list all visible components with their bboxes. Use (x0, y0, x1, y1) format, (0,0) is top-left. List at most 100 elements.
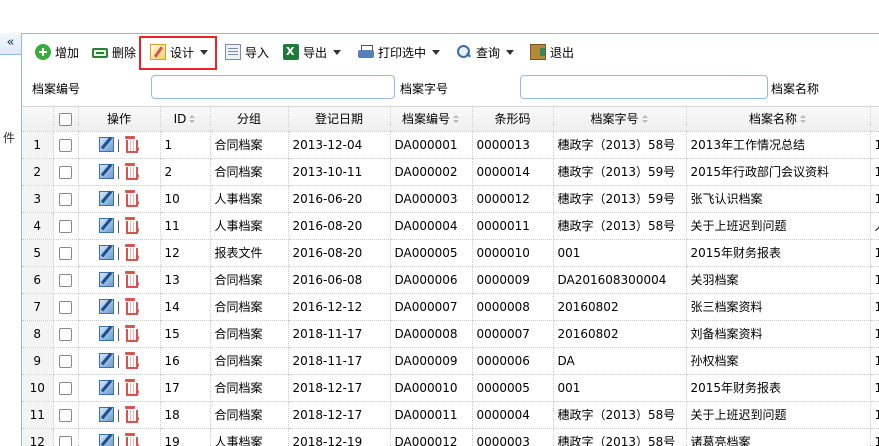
delete-trash-icon[interactable] (123, 298, 140, 315)
row-checkbox-cell[interactable] (53, 239, 79, 267)
row-checkbox[interactable] (59, 138, 72, 152)
cell-extra: 1 (870, 428, 879, 446)
table-row[interactable]: 12 | 19 人事档案 2018-12-19 DA000012 0000003 穗政字（20… (22, 428, 879, 446)
import-button[interactable]: 导入 (225, 41, 269, 63)
delete-trash-icon[interactable] (123, 136, 140, 153)
cell-date: 2018-12-19 (288, 428, 391, 446)
delete-trash-icon[interactable] (123, 325, 140, 342)
cell-archive-no: DA000001 (390, 131, 473, 159)
table-row[interactable]: 5 | 12 报表文件 2016-08-20 DA000005 0000010 001 2015… (22, 239, 879, 267)
table-row[interactable]: 4 | 11 人事档案 2016-08-20 DA000004 0000011 穗政字（201… (22, 212, 879, 240)
row-checkbox-cell[interactable] (53, 347, 79, 375)
row-checkbox-cell[interactable] (53, 293, 79, 321)
row-checkbox-cell[interactable] (53, 374, 79, 402)
table-row[interactable]: 3 | 10 人事档案 2016-06-20 DA000003 0000012 穗政字（201… (22, 185, 879, 213)
table-row[interactable]: 6 | 13 合同档案 2016-06-08 DA000006 0000009 DA20160… (22, 266, 879, 294)
edit-icon[interactable] (99, 245, 115, 260)
row-checkbox-cell[interactable] (53, 266, 79, 294)
edit-icon[interactable] (99, 326, 115, 341)
row-checkbox[interactable] (59, 192, 72, 206)
row-checkbox-cell[interactable] (53, 158, 79, 186)
delete-trash-icon[interactable] (123, 217, 140, 234)
edit-icon[interactable] (99, 218, 115, 233)
table-row[interactable]: 2 | 2 合同档案 2013-10-11 DA000002 0000014 穗政字（2013… (22, 158, 879, 186)
delete-trash-icon[interactable] (123, 163, 140, 180)
action-separator: | (116, 299, 121, 314)
delete-trash-icon[interactable] (123, 379, 140, 396)
cell-archive-name: 关于上班迟到问题 (686, 401, 871, 429)
row-checkbox[interactable] (59, 246, 72, 260)
cell-group: 合同档案 (210, 320, 289, 348)
cell-archive-no: DA000012 (390, 428, 473, 446)
row-number: 10 (22, 374, 54, 402)
table-row[interactable]: 11 | 18 合同档案 2018-12-17 DA000011 0000004 穗政字（20… (22, 401, 879, 429)
header-select-all[interactable] (53, 107, 79, 132)
row-number: 5 (22, 239, 54, 267)
row-checkbox[interactable] (59, 381, 72, 395)
row-checkbox[interactable] (59, 300, 72, 314)
select-all-checkbox[interactable] (59, 112, 72, 126)
edit-icon[interactable] (99, 191, 115, 206)
edit-icon[interactable] (99, 164, 115, 179)
print-selected-button[interactable]: 打印选中 (358, 41, 441, 63)
delete-trash-icon[interactable] (123, 352, 140, 369)
export-button[interactable]: 导出 (283, 41, 342, 63)
archive-no-input[interactable] (151, 75, 395, 99)
row-checkbox[interactable] (59, 354, 72, 368)
edit-icon[interactable] (99, 434, 115, 446)
edit-icon[interactable] (99, 299, 115, 314)
delete-trash-icon[interactable] (123, 271, 140, 288)
row-checkbox[interactable] (59, 408, 72, 422)
table-row[interactable]: 7 | 14 合同档案 2016-12-12 DA000007 0000008 2016080… (22, 293, 879, 321)
action-separator: | (116, 164, 121, 179)
delete-trash-icon[interactable] (123, 190, 140, 207)
cell-barcode: 0000004 (472, 401, 554, 429)
row-checkbox-cell[interactable] (53, 185, 79, 213)
row-checkbox-cell[interactable] (53, 131, 79, 159)
delete-trash-icon[interactable] (123, 433, 140, 446)
row-checkbox-cell[interactable] (53, 401, 79, 429)
collapse-left-panel-button[interactable]: « (0, 33, 21, 55)
search-icon (456, 44, 472, 60)
row-checkbox[interactable] (59, 165, 72, 179)
cell-archive-word: 穗政字（2013）59号 (553, 158, 687, 186)
table-row[interactable]: 9 | 16合同档案2018-11-17DA0000090000006DA孙权档案1 (22, 347, 879, 375)
edit-icon[interactable] (99, 407, 115, 422)
row-checkbox[interactable] (59, 327, 72, 341)
edit-icon[interactable] (99, 380, 115, 395)
archive-word-label: 档案字号 (400, 82, 449, 96)
exit-button[interactable]: 退出 (530, 41, 574, 63)
table-row[interactable]: 8 | 15 合同档案 2018-11-17 DA000008 0000007 2016080… (22, 320, 879, 348)
cell-id: 17 (160, 374, 211, 402)
delete-button[interactable]: 删除 (92, 41, 136, 63)
header-id[interactable]: ID (160, 107, 211, 132)
edit-icon[interactable] (99, 272, 115, 287)
row-checkbox-cell[interactable] (53, 212, 79, 240)
row-checkbox[interactable] (59, 435, 72, 446)
cell-archive-word: 穗政字（2013）58号 (553, 401, 687, 429)
query-button[interactable]: 查询 (456, 41, 515, 63)
row-checkbox[interactable] (59, 219, 72, 233)
row-checkbox-cell[interactable] (53, 428, 79, 446)
edit-icon[interactable] (99, 353, 115, 368)
action-separator: | (116, 380, 121, 395)
row-checkbox-cell[interactable] (53, 320, 79, 348)
archive-word-input[interactable] (520, 75, 768, 99)
row-checkbox[interactable] (59, 273, 72, 287)
cell-archive-no: DA000011 (390, 401, 473, 429)
add-button[interactable]: 增加 (35, 41, 79, 63)
row-number: 11 (22, 401, 54, 429)
cell-group: 合同档案 (210, 374, 289, 402)
cell-archive-word: 穗政字（2013）58号 (553, 131, 687, 159)
delete-trash-icon[interactable] (123, 244, 140, 261)
table-row[interactable]: 10 | 17 合同档案 2018-12-17 DA000010 0000005 001 201… (22, 374, 879, 402)
delete-trash-icon[interactable] (123, 406, 140, 423)
table-row[interactable]: 1 | 1 合同档案 2013-12-04 DA000001 0000013 穗政字（2013… (22, 131, 879, 159)
cell-id: 19 (160, 428, 211, 446)
header-archive-word[interactable]: 档案字号 (553, 107, 687, 132)
cell-group: 合同档案 (210, 131, 289, 159)
edit-icon[interactable] (99, 137, 115, 152)
import-label: 导入 (245, 45, 270, 60)
header-archive-no[interactable]: 档案编号 (390, 107, 473, 132)
header-archive-name[interactable]: 档案名称 (686, 107, 871, 132)
